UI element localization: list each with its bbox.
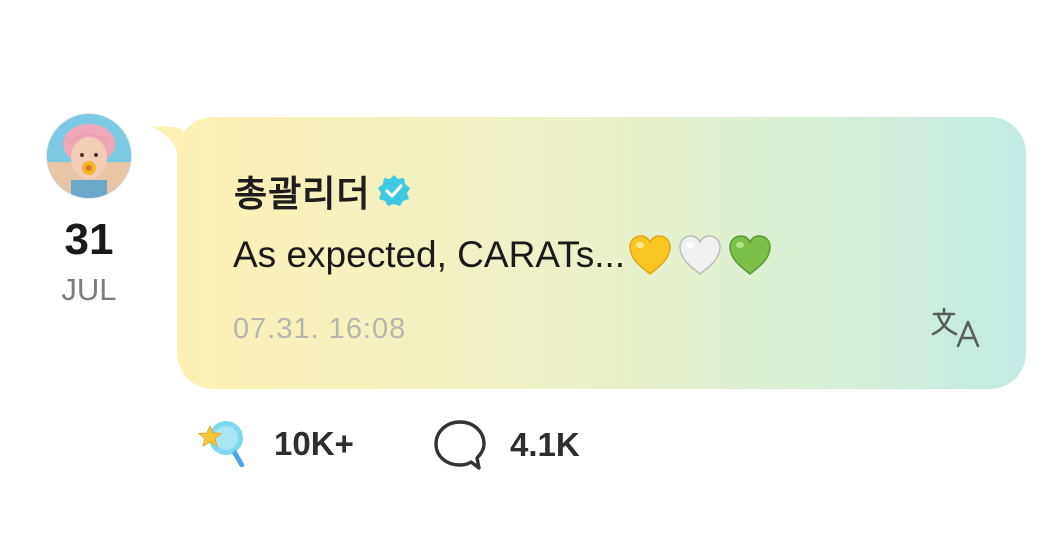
- comment-button[interactable]: 4.1K: [432, 418, 580, 472]
- message-bubble[interactable]: 총괄리더 As expected, CARATs... 07.31. 16:08: [177, 117, 1026, 389]
- message-text: As expected, CARATs...: [233, 234, 626, 275]
- yellow-heart-icon: [629, 235, 671, 275]
- author-name[interactable]: 총괄리더: [234, 165, 370, 217]
- post-item: 31 JUL 총괄리더 As expected, CARATs... 07.31…: [0, 0, 1055, 541]
- post-timestamp: 07.31. 16:08: [233, 313, 407, 345]
- heart-emoji-group: [627, 233, 777, 277]
- green-heart-icon: [729, 235, 771, 275]
- comment-count: 4.1K: [510, 426, 580, 463]
- author-row: 총괄리더: [234, 165, 412, 217]
- like-count: 10K+: [274, 425, 354, 462]
- avatar[interactable]: [47, 114, 131, 198]
- like-button[interactable]: 10K+: [196, 418, 354, 470]
- message-text-row: As expected, CARATs...: [233, 233, 777, 277]
- translate-icon[interactable]: [930, 304, 986, 352]
- avatar-image: [47, 114, 131, 198]
- speech-bubble-icon: [434, 420, 486, 470]
- date-day: 31: [64, 215, 114, 264]
- white-heart-icon: [679, 235, 721, 275]
- date-month: JUL: [61, 272, 117, 307]
- verified-badge-icon: [378, 175, 411, 206]
- star-wand-icon: [197, 421, 245, 467]
